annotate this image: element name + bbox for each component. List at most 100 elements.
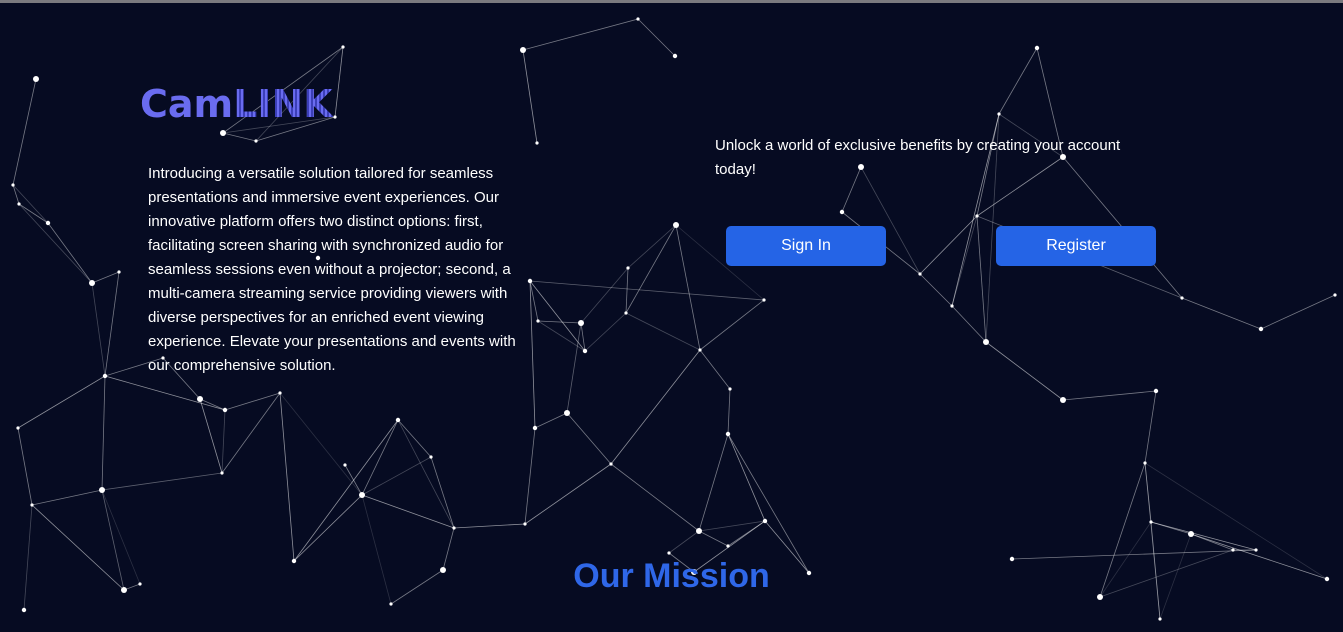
network-node [527,278,533,284]
network-node [636,17,640,21]
network-line [91,282,106,377]
network-node [762,518,768,524]
network-node [1333,293,1337,297]
network-node [452,526,456,530]
network-node [389,602,393,606]
network-node [725,431,731,437]
network-node [197,396,203,402]
network-node [950,304,954,308]
network-line [727,433,766,522]
network-line [1181,297,1262,330]
network-node [45,220,51,226]
network-node [89,280,95,286]
network-node [359,492,365,498]
network-line [699,299,765,351]
network-line [293,494,363,562]
network-line [727,433,810,574]
network-node [343,463,347,467]
sign-in-button[interactable]: Sign In [726,226,886,266]
network-node [117,270,121,274]
network-node [839,209,845,215]
network-line [199,398,223,474]
network-node [983,339,989,345]
network-node [21,607,27,613]
network-node [696,528,702,534]
network-line [699,349,731,390]
network-line [430,456,455,529]
network-line [625,267,629,314]
network-line [625,224,677,314]
logo-text-cam: Cam [140,82,234,126]
network-line [529,280,586,352]
network-node [395,417,401,423]
network-node [626,266,630,270]
network-node [220,471,224,475]
landing-page: CamLINK Introducing a versatile solution… [0,0,1343,632]
network-node [728,387,732,391]
network-line [625,312,701,351]
network-line [698,520,766,532]
network-node [17,202,21,206]
network-line [101,375,106,491]
network-line [1260,294,1336,330]
network-line [534,412,568,429]
network-line [361,419,399,496]
network-line [976,215,987,343]
network-node [1060,397,1066,403]
network-line [104,271,120,377]
network-line [951,215,978,307]
network-node [333,115,337,119]
network-node [1254,548,1258,552]
network-node [564,410,570,416]
network-line [675,224,701,351]
network-line [224,392,281,411]
network-node [536,319,540,323]
network-line [698,433,729,532]
network-node [429,455,433,459]
network-node [1149,520,1153,524]
network-node [918,272,922,276]
network-node [578,320,584,326]
network-line [18,203,93,284]
intro-paragraph: Introducing a versatile solution tailore… [148,165,516,374]
network-line [1062,390,1157,401]
network-line [537,320,582,324]
network-line [998,47,1038,115]
account-benefits-text: Unlock a world of exclusive benefits by … [715,137,1121,178]
network-node [16,426,20,430]
network-line [537,320,586,352]
network-node [520,47,526,53]
camlink-logo[interactable]: CamLINK [140,84,333,124]
network-line [361,494,455,529]
network-node [672,53,678,59]
network-line [279,392,363,496]
network-node [698,348,702,352]
network-line [101,472,223,491]
network-line [610,349,701,465]
network-line [361,456,432,496]
network-line [951,305,987,343]
network-line [222,132,257,142]
register-button[interactable]: Register [996,226,1156,266]
network-node [1258,326,1264,332]
network-line [610,463,700,532]
network-line [453,523,526,529]
network-line [397,419,455,529]
network-node [975,214,979,218]
network-node [535,141,539,145]
network-line [627,224,677,269]
network-line [524,463,612,525]
network-node [1158,617,1162,621]
network-node [341,45,345,49]
network-line [668,530,700,554]
network-node [532,425,538,431]
network-line [334,46,344,118]
network-line [637,18,676,57]
network-node [220,130,226,136]
network-line [31,489,103,506]
network-line [727,388,731,435]
network-line [221,392,281,474]
network-node [11,183,15,187]
network-node [99,487,105,493]
network-node [1180,296,1184,300]
